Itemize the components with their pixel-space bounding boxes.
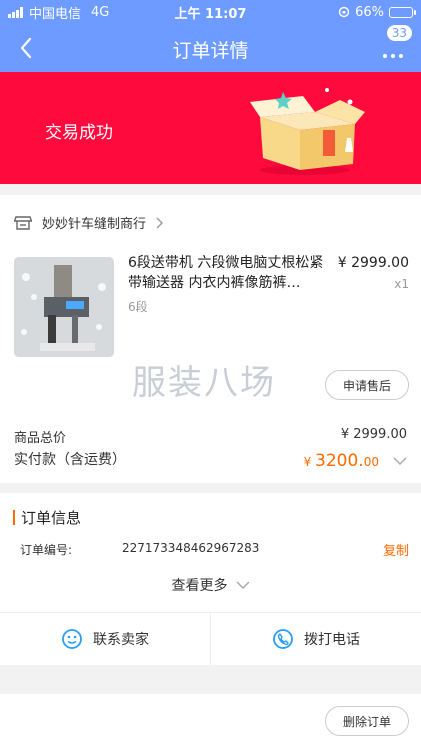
nav-header: 订单详情 33	[0, 24, 421, 72]
shop-icon	[14, 215, 32, 230]
product-image[interactable]	[14, 257, 114, 357]
contact-seller-button[interactable]: 联系卖家	[0, 613, 210, 665]
watermark: 服装八场	[132, 363, 276, 403]
chevron-down-icon	[235, 580, 250, 589]
delete-order-button[interactable]: 删除订单	[325, 706, 409, 736]
shop-row[interactable]: 妙妙针车缝制商行	[14, 213, 164, 232]
product-quantity: x1	[394, 277, 409, 291]
carrier-name: 中国电信	[29, 6, 82, 22]
network-type: 4G	[91, 4, 110, 20]
product-name[interactable]: 6段送带机 六段微电脑丈根松紧带输送器 内衣内裤像筋裤…	[128, 253, 328, 293]
trade-status-text: 交易成功	[45, 123, 113, 143]
order-number-label: 订单编号:	[20, 543, 73, 557]
apply-after-sale-button[interactable]: 申请售后	[325, 370, 409, 400]
copy-order-number-button[interactable]: 复制	[383, 540, 409, 559]
order-number-value: 227173348462967283	[122, 541, 260, 555]
battery-percent: 66%	[355, 4, 384, 20]
paid-amount-label: 实付款（含运费）	[14, 452, 126, 468]
paid-currency: ¥	[303, 455, 316, 469]
page-title: 订单详情	[172, 40, 249, 62]
more-dots-icon	[383, 54, 403, 58]
message-badge: 33	[385, 24, 413, 42]
order-info-title-text: 订单信息	[21, 509, 82, 527]
order-info-title: 订单信息	[13, 507, 81, 528]
goods-total-value: ¥ 2999.00	[340, 427, 407, 442]
product-spec: 6段	[128, 300, 148, 314]
order-info-card: 订单信息 订单编号: 227173348462967283 复制 查看更多 联系…	[0, 493, 421, 665]
bottom-action-bar: 删除订单	[0, 694, 421, 750]
orientation-lock-icon	[338, 6, 350, 18]
order-product-card: 妙妙针车缝制商行 6段送带机 六段微电脑丈根松紧带输送器 内衣内裤像筋裤… ¥ …	[0, 195, 421, 483]
battery-icon	[389, 6, 416, 18]
status-bar: 中国电信 4G 上午 11:07 66%	[0, 0, 421, 24]
trade-status-banner: 交易成功	[0, 72, 421, 184]
chevron-right-icon	[156, 217, 164, 228]
gift-box-icon	[250, 88, 365, 175]
contact-seller-label: 联系卖家	[93, 632, 149, 648]
product-machine-image	[14, 257, 114, 357]
contact-actions: 联系卖家 拨打电话	[0, 612, 421, 665]
call-phone-button[interactable]: 拨打电话	[210, 613, 421, 665]
paid-amount-decimal: 00	[363, 455, 379, 469]
title-accent-bar	[13, 510, 15, 525]
status-right: 66%	[338, 4, 416, 20]
paid-amount: ¥ 3200.00	[304, 451, 379, 471]
paid-amount-integer: 3200.	[315, 451, 364, 471]
signal-icon	[8, 6, 23, 18]
phone-icon	[273, 629, 293, 649]
product-price: ¥ 2999.00	[337, 255, 409, 271]
chevron-down-icon[interactable]	[393, 457, 407, 466]
chat-face-icon	[62, 629, 82, 649]
status-left: 中国电信 4G	[8, 3, 109, 22]
see-more-button[interactable]: 查看更多	[0, 575, 421, 595]
call-phone-label: 拨打电话	[304, 632, 360, 648]
see-more-label: 查看更多	[171, 578, 228, 594]
goods-total-label: 商品总价	[14, 431, 67, 446]
shop-name: 妙妙针车缝制商行	[42, 217, 147, 232]
more-button[interactable]: 33	[381, 24, 413, 62]
